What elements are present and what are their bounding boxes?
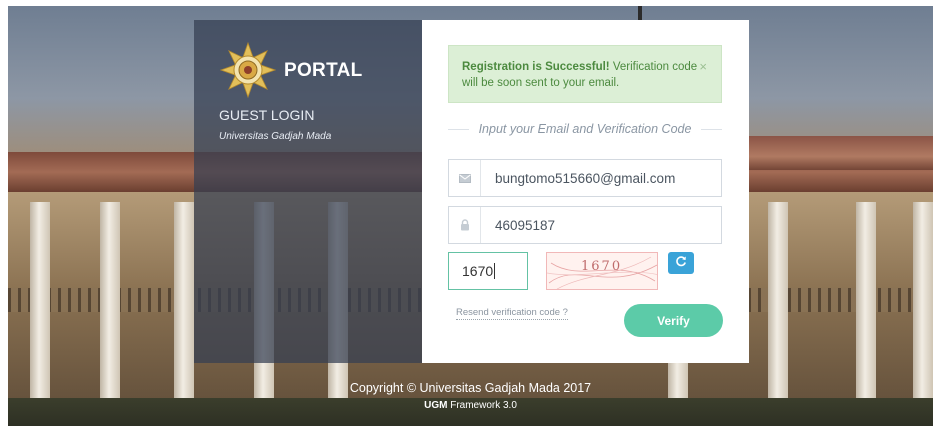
copyright-text: Copyright © Universitas Gadjah Mada 2017 — [349, 381, 592, 395]
portal-title: PORTAL — [284, 60, 363, 81]
envelope-icon — [449, 160, 481, 196]
success-alert: Registration is Successful! Verification… — [448, 45, 722, 103]
framework-version: Framework 3.0 — [447, 400, 517, 411]
framework-strong: UGM — [424, 400, 448, 411]
refresh-icon — [675, 254, 687, 272]
email-value: bungtomo515660@gmail.com — [495, 170, 676, 186]
instruction-text: Input your Email and Verification Code — [478, 122, 692, 136]
captcha-image: 1670 — [546, 252, 658, 290]
guest-login-label: GUEST LOGIN — [219, 107, 315, 123]
ugm-logo — [219, 41, 277, 99]
alert-strong-text: Registration is Successful! — [462, 61, 610, 73]
captcha-input[interactable]: 1670 — [448, 252, 528, 290]
university-name: Universitas Gadjah Mada — [219, 131, 332, 142]
instruction-divider: Input your Email and Verification Code — [448, 120, 723, 138]
portal-info-panel: PORTAL GUEST LOGIN Universitas Gadjah Ma… — [194, 20, 422, 363]
code-value: 46095187 — [495, 217, 556, 233]
verification-code-field[interactable]: 46095187 — [448, 206, 722, 244]
captcha-value: 1670 — [462, 263, 494, 279]
resend-code-link[interactable]: Resend verification code ? — [456, 307, 568, 320]
verify-button[interactable]: Verify — [624, 304, 723, 337]
lock-icon — [449, 207, 481, 243]
close-icon[interactable]: × — [699, 59, 707, 75]
verification-form-panel: Registration is Successful! Verification… — [422, 20, 749, 363]
captcha-image-text: 1670 — [581, 259, 623, 274]
refresh-captcha-button[interactable] — [668, 252, 694, 274]
email-field[interactable]: bungtomo515660@gmail.com — [448, 159, 722, 197]
framework-text: UGM Framework 3.0 — [0, 400, 941, 411]
